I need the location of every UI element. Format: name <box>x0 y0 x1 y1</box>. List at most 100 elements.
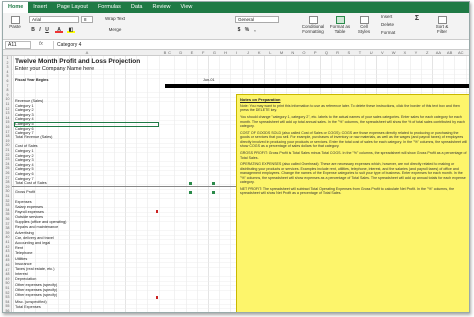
revenue-category-cell[interactable]: Category 2 <box>15 108 34 112</box>
month-label[interactable]: Jun-01 <box>203 78 215 82</box>
notes-paragraph: You should change "category 1, category … <box>240 115 465 129</box>
expense-row-label[interactable]: Depreciation <box>15 277 36 281</box>
font-size-select[interactable]: 8 <box>81 16 93 23</box>
green-triangle-icon <box>189 182 192 185</box>
cost-category-cell[interactable]: Category 6 <box>15 172 34 176</box>
sheet-title[interactable]: Twelve Month Profit and Loss Projection <box>15 58 140 65</box>
ribbon-tab-bar: Home Insert Page Layout Formulas Data Review V… <box>3 2 469 13</box>
green-triangle-icon <box>212 182 215 185</box>
expense-row-label[interactable]: Payroll expenses <box>15 210 44 214</box>
autosum-icon[interactable]: Σ <box>413 15 421 22</box>
paste-icon <box>10 16 20 24</box>
fiscal-year-label[interactable]: Fiscal Year Begins <box>15 78 49 82</box>
gross-profit-label[interactable]: Gross Profit <box>15 190 35 194</box>
worksheet-grid[interactable]: ABCDEFGHIJKLMNOPQRSTUVWXYZAAABACAD 12345… <box>3 50 469 312</box>
conditional-formatting-icon <box>308 16 318 24</box>
fill-color-icon[interactable]: ◧ <box>67 27 75 33</box>
expense-row-label[interactable]: Other expenses (specify) <box>15 293 57 297</box>
expense-row-label[interactable]: Other expenses (specify) <box>15 283 57 287</box>
conditional-formatting-label: Conditional Formatting <box>301 24 325 34</box>
sort-filter-icon <box>437 16 447 24</box>
company-name[interactable]: Enter your Company Name here <box>15 66 94 72</box>
format-cells-button[interactable]: Format <box>381 30 405 36</box>
header-band <box>165 84 469 88</box>
table-icon <box>335 16 345 24</box>
revenue-category-cell[interactable]: Category 3 <box>15 113 34 117</box>
expenses-header[interactable]: Expenses <box>15 200 32 204</box>
ribbon-toolbar: Paste Arial 8 B I U A ◧ Wrap Text Merge … <box>3 13 469 40</box>
excel-window: Home Insert Page Layout Formulas Data Review V… <box>2 1 470 313</box>
notes-paragraph: OPERATING EXPENSES (also called Overhead… <box>240 162 466 185</box>
divider <box>12 186 236 187</box>
cost-category-cell[interactable]: Category 5 <box>15 167 34 171</box>
cost-category-cell[interactable]: Category 4 <box>15 163 34 167</box>
font-name-select[interactable]: Arial <box>29 16 79 23</box>
revenue-category-cell[interactable]: Category 6 <box>15 127 34 131</box>
tab-home[interactable]: Home <box>3 2 29 13</box>
expense-row-label[interactable]: Utilities <box>15 257 27 261</box>
tab-view[interactable]: View <box>176 2 198 13</box>
number-format-select[interactable]: General <box>235 16 279 23</box>
format-as-table-label: Format as Table <box>329 24 351 34</box>
misc-label[interactable]: Misc. (unspecified) <box>15 300 47 304</box>
expense-row-label[interactable]: Advertising <box>15 231 34 235</box>
cost-category-cell[interactable]: Category 3 <box>15 158 34 162</box>
wrap-text-button[interactable]: Wrap Text <box>103 16 127 22</box>
total-expenses-label[interactable]: Total Expenses <box>15 305 41 309</box>
conditional-formatting-button[interactable]: Conditional Formatting <box>301 16 325 34</box>
comma-button[interactable]: , <box>252 27 258 33</box>
expense-row-label[interactable]: Insurance <box>15 262 32 266</box>
paste-label: Paste <box>9 24 21 29</box>
cell-styles-label: Cell Styles <box>357 24 371 34</box>
total-cost-label[interactable]: Total Cost of Sales <box>15 181 47 185</box>
green-triangle-icon <box>189 191 192 194</box>
name-box[interactable]: A11 <box>5 41 31 49</box>
font-color-icon[interactable]: A <box>55 27 63 33</box>
insert-cells-button[interactable]: Insert <box>381 14 405 20</box>
format-as-table-button[interactable]: Format as Table <box>329 16 351 34</box>
italic-button[interactable]: I <box>37 27 43 33</box>
cost-category-cell[interactable]: Category 7 <box>15 177 34 181</box>
delete-cells-button[interactable]: Delete <box>381 22 405 28</box>
paste-button[interactable]: Paste <box>7 16 23 30</box>
expense-row-label[interactable]: Outside services <box>15 215 43 219</box>
cost-category-cell[interactable]: Category 2 <box>15 154 34 158</box>
revenue-header[interactable]: Revenue (Sales) <box>15 99 43 103</box>
expense-row-label[interactable]: Supplies (office and operating) <box>15 220 66 224</box>
tab-formulas[interactable]: Formulas <box>93 2 126 13</box>
expense-row-label[interactable]: Salary expenses <box>15 205 43 209</box>
expense-row-label[interactable]: Taxes (real estate, etc.) <box>15 267 54 271</box>
notes-paragraph: COST OF GOODS SOLD (also called Cost of … <box>240 131 468 149</box>
formula-bar: A11 fx Category 4 <box>3 40 469 50</box>
tab-insert[interactable]: Insert <box>28 2 52 13</box>
total-revenue-label[interactable]: Total Revenue (Sales) <box>15 135 52 139</box>
expense-row-label[interactable]: Telephone <box>15 251 33 255</box>
percent-button[interactable]: % <box>244 27 250 33</box>
expense-row-label[interactable]: Rent <box>15 246 23 250</box>
notes-paragraph: GROSS PROFIT: Gross Profit is Total Sale… <box>240 151 467 160</box>
selected-cell-A11[interactable] <box>14 122 159 127</box>
cost-category-cell[interactable]: Category 1 <box>15 149 34 153</box>
tab-review[interactable]: Review <box>147 2 175 13</box>
cost-header[interactable]: Cost of Sales <box>15 144 38 148</box>
expense-row-label[interactable]: Accounting and legal <box>15 241 50 245</box>
notes-paragraph: Note: You may want to print this informa… <box>240 104 460 113</box>
fx-icon[interactable]: fx <box>39 41 43 47</box>
revenue-category-cell[interactable]: Category 4 <box>15 117 34 121</box>
expense-row-label[interactable]: Other expenses (specify) <box>15 288 57 292</box>
revenue-category-cell[interactable]: Category 1 <box>15 104 34 108</box>
sort-filter-button[interactable]: Sort & Filter <box>431 16 453 34</box>
formula-input[interactable]: Category 4 <box>53 41 467 49</box>
tab-data[interactable]: Data <box>126 2 148 13</box>
bold-button[interactable]: B <box>30 27 36 33</box>
notes-text-box[interactable]: Notes on Preparation Note: You may want … <box>236 94 469 312</box>
expense-row-label[interactable]: Car, delivery and travel <box>15 236 54 240</box>
expense-row-label[interactable]: Interest <box>15 272 28 276</box>
merge-button[interactable]: Merge <box>103 27 127 33</box>
underline-button[interactable]: U <box>44 27 50 33</box>
cell-styles-button[interactable]: Cell Styles <box>355 16 373 34</box>
currency-button[interactable]: $ <box>236 27 242 33</box>
expense-row-label[interactable]: Repairs and maintenance <box>15 225 58 229</box>
sort-filter-label: Sort & Filter <box>435 24 449 34</box>
tab-page-layout[interactable]: Page Layout <box>52 2 93 13</box>
